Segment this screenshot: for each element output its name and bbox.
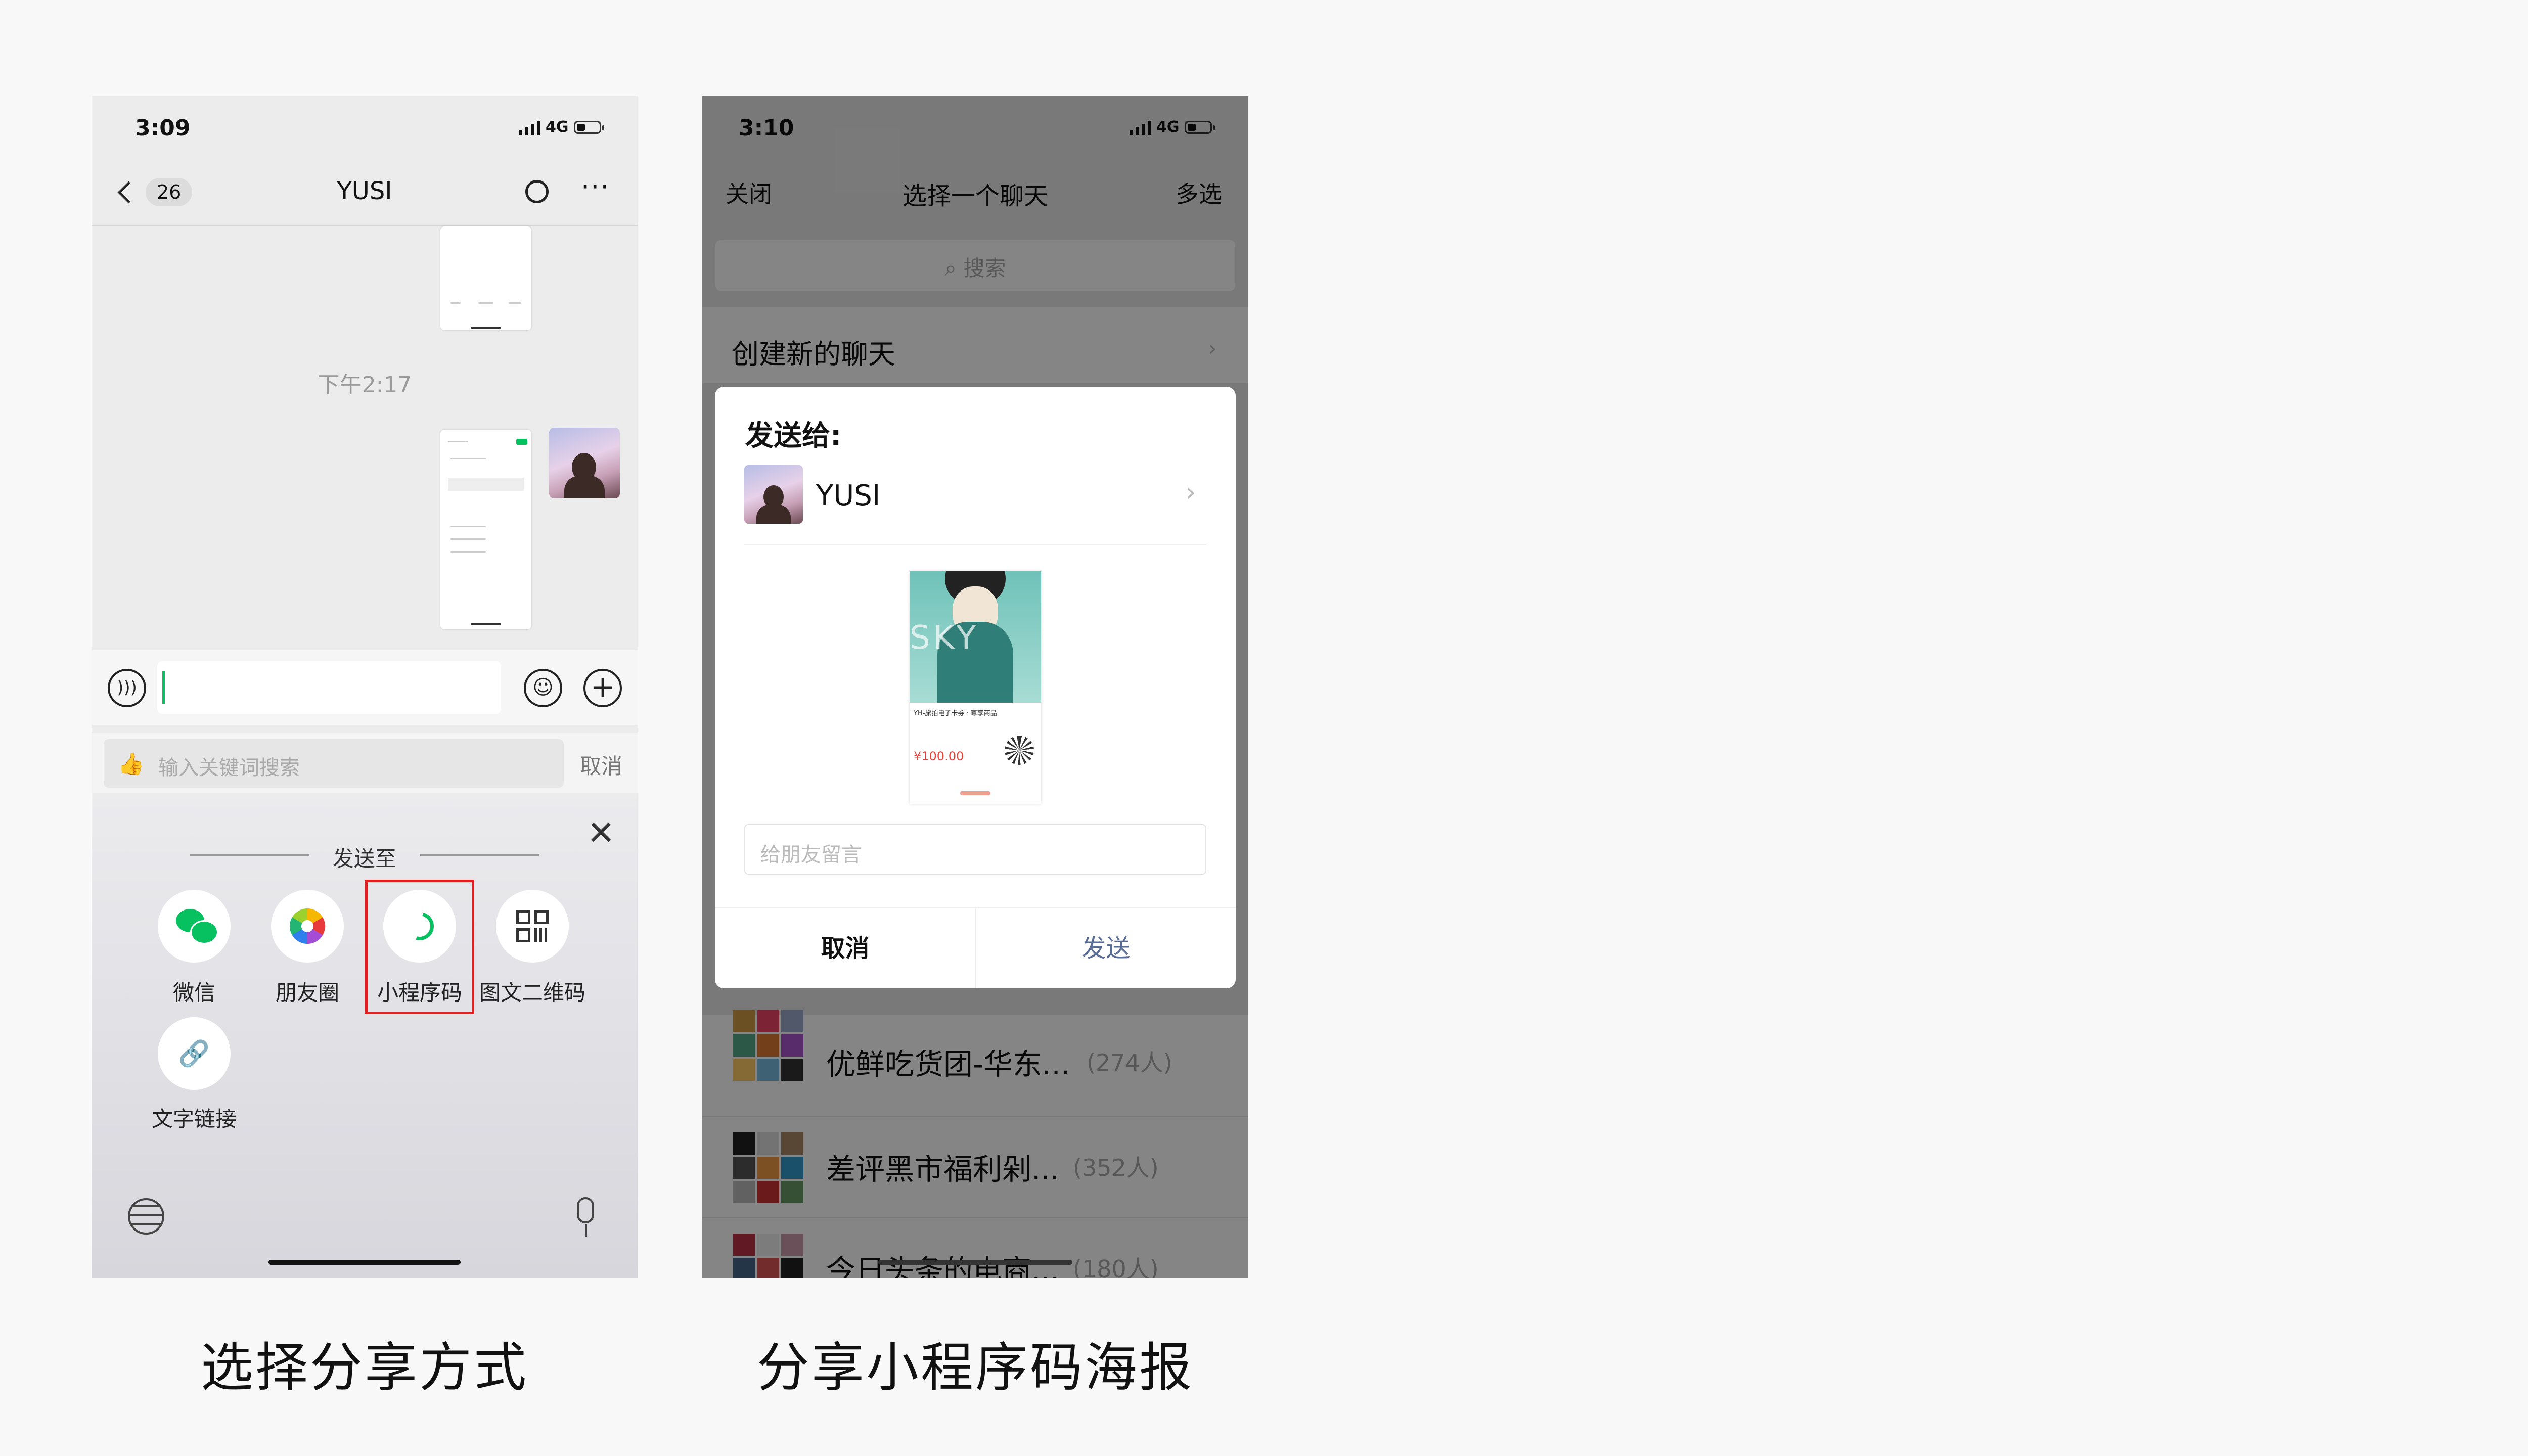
share-method-phone: 3:09 4G 26 YUSI ··· 下午2:17 ))) ☺ + 👍 输入关… xyxy=(92,96,638,1278)
globe-icon[interactable] xyxy=(128,1198,164,1235)
status-time: 3:09 xyxy=(135,115,191,141)
share-label-qrcode: 图文二维码 xyxy=(479,980,585,1005)
microphone-icon[interactable] xyxy=(577,1197,594,1223)
poster-title: YH-旅拍电子卡券 · 尊享商品 xyxy=(914,710,997,717)
add-icon[interactable]: + xyxy=(583,669,622,707)
user-avatar[interactable] xyxy=(549,428,620,498)
share-label-text-link: 文字链接 xyxy=(151,1107,237,1131)
poster-watermark: SKY xyxy=(910,619,979,657)
home-indicator xyxy=(268,1260,461,1265)
signal-icon xyxy=(519,120,540,135)
send-to-label: 发送给: xyxy=(745,420,842,452)
search-placeholder: 输入关键词搜索 xyxy=(158,756,300,780)
battery-icon xyxy=(573,120,604,134)
share-option-wechat[interactable] xyxy=(158,890,231,963)
share-search-input[interactable]: 👍 输入关键词搜索 xyxy=(104,739,564,788)
search-cancel-button[interactable]: 取消 xyxy=(580,749,622,780)
message-placeholder: 给朋友留言 xyxy=(760,843,862,867)
link-icon: 🔗 xyxy=(178,1039,210,1068)
nav-divider xyxy=(92,225,638,226)
chat-timestamp: 下午2:17 xyxy=(317,372,412,398)
status-indicators: 4G xyxy=(519,118,604,136)
network-label: 4G xyxy=(546,118,569,136)
dialog-divider xyxy=(744,544,1206,545)
more-icon[interactable]: ··· xyxy=(581,173,610,201)
share-poster-phone: 3:10 4G 关闭 选择一个聊天 多选 ⌕ 搜索 创建新的聊天 › 优鲜吃货团… xyxy=(702,96,1248,1278)
share-dialog: 发送给: YUSI › SKY YH-旅拍电子卡券 · 尊享商品 ¥100.00 xyxy=(715,387,1236,988)
share-option-miniprogram-code[interactable] xyxy=(383,890,456,963)
poster-price: ¥100.00 xyxy=(914,749,964,763)
poster-image: SKY YH-旅拍电子卡券 · 尊享商品 ¥100.00 xyxy=(910,571,1041,804)
dialog-send-button[interactable]: 发送 xyxy=(976,908,1236,988)
share-label-wechat: 微信 xyxy=(172,980,215,1005)
share-option-qrcode[interactable] xyxy=(496,890,569,963)
share-label-moments: 朋友圈 xyxy=(275,980,339,1005)
message-input[interactable] xyxy=(157,661,501,714)
chat-title: YUSI xyxy=(337,177,392,205)
share-option-text-link[interactable]: 🔗 xyxy=(158,1017,231,1090)
recipient-row[interactable]: YUSI › xyxy=(715,465,1236,526)
caption-right: 分享小程序码海报 xyxy=(756,1337,1194,1398)
poster-illustration: SKY xyxy=(910,571,1041,703)
qrcode-icon xyxy=(516,910,549,942)
voice-icon[interactable]: ))) xyxy=(108,669,146,707)
emoji-icon[interactable]: ☺ xyxy=(524,669,562,707)
chat-image-screenshot[interactable] xyxy=(440,430,531,629)
chat-image-thumbnail[interactable] xyxy=(440,226,531,330)
message-input[interactable]: 给朋友留言 xyxy=(744,824,1206,875)
home-indicator xyxy=(878,1260,1072,1265)
text-cursor xyxy=(162,671,165,704)
dialog-cancel-button[interactable]: 取消 xyxy=(715,908,975,988)
share-label-miniprogram-code: 小程序码 xyxy=(377,980,462,1005)
miniprogram-icon xyxy=(400,906,439,946)
poster-qrcode-icon xyxy=(1005,736,1034,765)
share-title: 发送至 xyxy=(332,846,396,871)
poster-footer-logo xyxy=(960,791,990,795)
recipient-avatar xyxy=(744,465,803,524)
chevron-right-icon: › xyxy=(1185,476,1196,508)
miniprogram-capsule-icon[interactable] xyxy=(525,180,549,203)
thumbs-up-icon: 👍 xyxy=(118,751,145,776)
recipient-name: YUSI xyxy=(816,479,881,512)
close-icon[interactable]: ✕ xyxy=(587,816,615,850)
share-option-moments[interactable] xyxy=(271,890,344,963)
caption-left: 选择分享方式 xyxy=(200,1337,528,1398)
